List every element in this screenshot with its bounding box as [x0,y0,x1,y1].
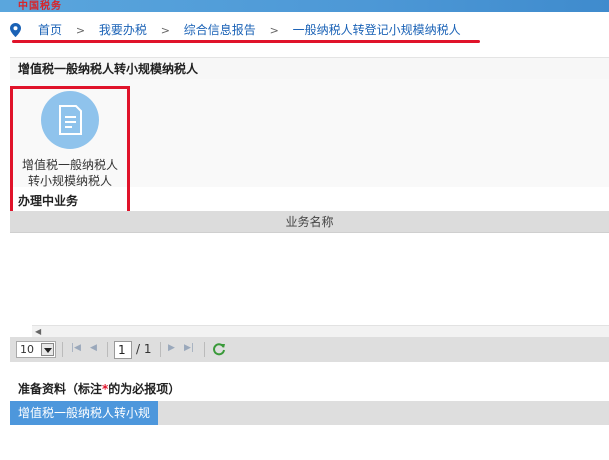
logo: 中国税务 [18,1,62,12]
total-pages: / 1 [136,342,152,356]
location-pin-icon [10,23,21,37]
pager-divider [160,342,161,357]
column-header-business-name: 业务名称 [10,211,609,233]
prev-page-icon[interactable]: ◀ [90,343,97,353]
next-page-icon[interactable]: ▶ [168,343,175,353]
prep-section-title: 准备资料（标注*的为必报项） [18,380,180,397]
service-section-title: 增值税一般纳税人转小规模纳税人 [10,57,609,79]
pager-divider [107,342,108,357]
tab-vat-conversion[interactable]: 增值税一般纳税人转小规 [10,401,159,425]
chevron-down-icon[interactable] [41,343,54,356]
prep-title-suffix: 的为必报项） [108,382,181,396]
top-banner: 中国税务 [0,0,609,12]
refresh-icon[interactable] [212,342,226,356]
pagination-bar: 10 |◀ ◀ 1 / 1 ▶ ▶| [10,337,609,362]
ongoing-section-title: 办理中业务 [18,194,79,208]
page-size-select[interactable]: 10 [16,341,56,358]
breadcrumb-report-link[interactable]: 综合信息报告 [184,23,256,37]
first-page-icon[interactable]: |◀ [71,343,81,353]
current-page-input[interactable]: 1 [114,341,132,359]
breadcrumb-home-link[interactable]: 首页 [38,23,62,37]
prep-title-prefix: 准备资料（标注 [18,382,103,396]
prep-tab-bar: 增值税一般纳税人转小规 [10,401,609,425]
breadcrumb-separator: > [75,24,86,37]
pager-divider [62,342,63,357]
breadcrumb-tax-link[interactable]: 我要办税 [99,23,147,37]
horizontal-scrollbar[interactable]: ◀ [32,325,609,337]
breadcrumb-separator: > [160,24,170,37]
pager-divider [204,342,205,357]
scroll-left-icon[interactable]: ◀ [35,327,41,336]
last-page-icon[interactable]: ▶| [184,343,194,353]
breadcrumb-separator: > [269,24,279,37]
highlight-underline [12,40,480,43]
breadcrumb: 首页 > 我要办税 > 综合信息报告 > 一般纳税人转登记小规模纳税人 [0,18,609,42]
page-size-value: 10 [20,343,34,356]
ongoing-grid: 业务名称 [10,211,609,330]
breadcrumb-current-link[interactable]: 一般纳税人转登记小规模纳税人 [293,23,461,37]
